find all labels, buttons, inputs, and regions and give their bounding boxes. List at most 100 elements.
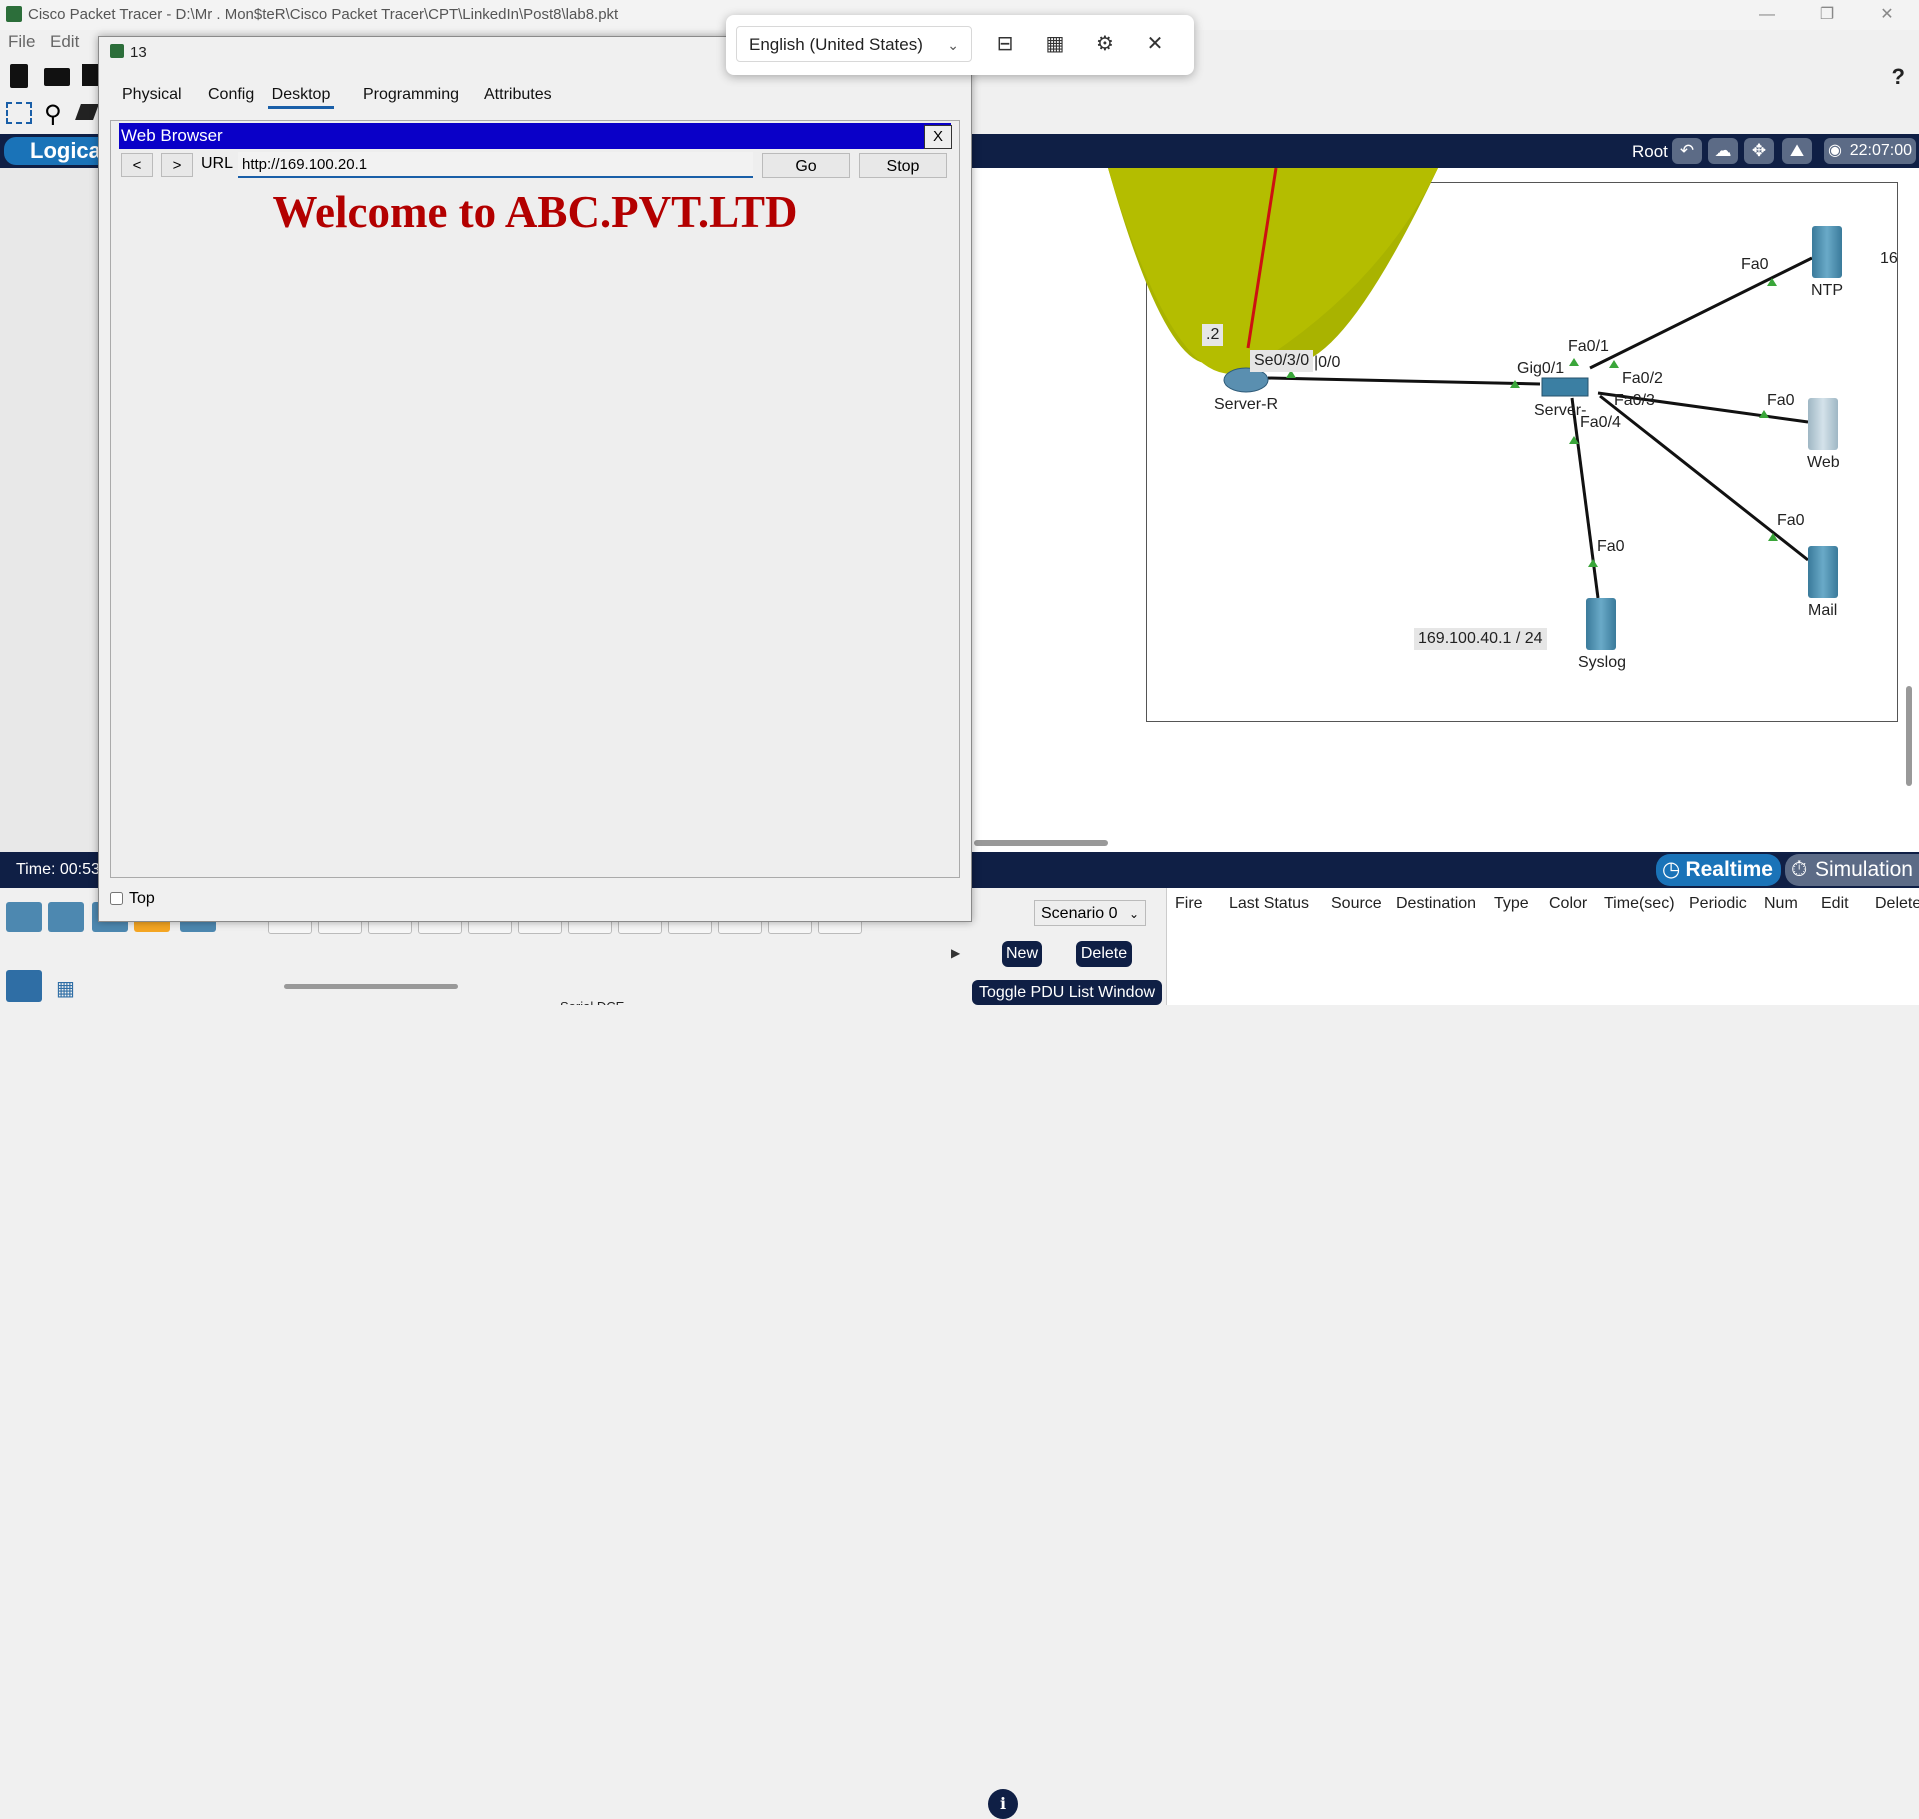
- grid-icon[interactable]: ▦: [56, 976, 75, 1001]
- chevron-down-icon: ⌄: [1128, 907, 1139, 921]
- page-heading: Welcome to ABC.PVT.LTD: [272, 187, 798, 237]
- select-icon[interactable]: [6, 102, 32, 124]
- tab-physical[interactable]: Physical: [122, 86, 182, 104]
- router-name: Server-R: [1214, 396, 1279, 413]
- stopwatch-icon: ⏱: [1791, 858, 1808, 881]
- forward-button[interactable]: >: [161, 153, 193, 177]
- vertical-scrollbar[interactable]: [1906, 686, 1912, 786]
- search-icon[interactable]: ⚲: [44, 100, 62, 129]
- mail-link[interactable]: [1599, 394, 1809, 562]
- serial-port-label: Se0/3/0: [1250, 350, 1314, 372]
- back-arrow-icon[interactable]: ↶: [1672, 138, 1702, 164]
- stop-button[interactable]: Stop: [859, 153, 947, 178]
- mail-name: Mail: [1808, 602, 1838, 619]
- go-button[interactable]: Go: [762, 153, 850, 178]
- switch-name: Server-: [1534, 402, 1587, 419]
- top-checkbox[interactable]: Top: [110, 890, 155, 908]
- switch-fa03-label: Fa0/3: [1614, 392, 1655, 409]
- top-checkbox-label: Top: [129, 890, 155, 907]
- col-edit: Edit: [1821, 895, 1849, 912]
- eraser-icon[interactable]: [75, 104, 99, 120]
- ntp-port-label: Fa0: [1741, 256, 1769, 273]
- router-ip-label: .2: [1202, 324, 1224, 346]
- minimize-panel-icon[interactable]: ⊟: [990, 29, 1020, 59]
- clock-time: 22:07:00: [1849, 142, 1912, 159]
- tab-desktop[interactable]: Desktop: [268, 86, 334, 109]
- close-icon[interactable]: ✕: [1140, 29, 1170, 59]
- horizontal-scrollbar[interactable]: [974, 840, 1108, 846]
- realtime-label: Realtime: [1685, 858, 1773, 881]
- ntp-server-icon[interactable]: [1812, 226, 1842, 278]
- cable-scrollbar[interactable]: [284, 984, 458, 989]
- clock-icon: ◷: [1662, 858, 1681, 881]
- switch-fa02-label: Fa0/2: [1622, 370, 1663, 387]
- end-devices-icon[interactable]: [48, 902, 84, 932]
- expand-arrow-icon[interactable]: ▶: [951, 946, 960, 960]
- mail-port-label: Fa0: [1777, 512, 1805, 529]
- col-periodic: Periodic: [1689, 895, 1747, 912]
- tab-programming[interactable]: Programming: [363, 86, 459, 104]
- mail-server-icon[interactable]: [1808, 546, 1838, 598]
- simulation-label: Simulation: [1814, 858, 1913, 881]
- clock: ◉ 22:07:00: [1824, 138, 1916, 164]
- link-status-light: [1609, 360, 1619, 368]
- new-pdu-button[interactable]: New: [1002, 941, 1042, 967]
- background-image-icon[interactable]: ⛰: [1782, 138, 1812, 164]
- cloud-icon[interactable]: ☁: [1708, 138, 1738, 164]
- col-last-status: Last Status: [1229, 895, 1310, 912]
- router-switch-link[interactable]: [1267, 376, 1541, 386]
- window-title: Cisco Packet Tracer - D:\Mr . Mon$teR\Ci…: [28, 6, 619, 23]
- top-checkbox-input[interactable]: [110, 892, 123, 906]
- switch-icon[interactable]: [1541, 377, 1589, 397]
- move-icon[interactable]: ✥: [1744, 138, 1774, 164]
- language-select[interactable]: English (United States) ⌄: [736, 26, 972, 62]
- web-port-label: Fa0: [1767, 392, 1795, 409]
- menu-file[interactable]: File: [8, 32, 35, 52]
- restore-button[interactable]: ❐: [1804, 2, 1850, 28]
- syslog-server-icon[interactable]: [1586, 598, 1616, 650]
- delete-pdu-button[interactable]: Delete: [1076, 941, 1132, 967]
- syslog-port-label: Fa0: [1597, 538, 1625, 555]
- url-input[interactable]: http://169.100.20.1: [238, 152, 753, 178]
- link-status-light: [1588, 559, 1598, 567]
- gear-icon[interactable]: ⚙: [1090, 29, 1120, 59]
- root-label: Root: [1632, 142, 1668, 161]
- zone-shape-inner: [1108, 168, 1438, 374]
- menu-edit[interactable]: Edit: [50, 32, 79, 52]
- info-icon[interactable]: i: [988, 1789, 1018, 1819]
- connections-category-icon[interactable]: [6, 970, 42, 1002]
- globe-icon: ◉: [1828, 142, 1842, 159]
- tab-attributes[interactable]: Attributes: [484, 86, 552, 104]
- web-server-icon[interactable]: [1808, 398, 1838, 450]
- syslog-name: Syslog: [1578, 654, 1627, 671]
- subnet-label: 169.100.40.1 / 24: [1414, 628, 1547, 650]
- network-devices-icon[interactable]: [6, 902, 42, 932]
- new-file-icon[interactable]: [10, 64, 28, 88]
- tab-config[interactable]: Config: [208, 86, 254, 104]
- dialog-app-icon: [110, 44, 124, 58]
- chevron-down-icon: ⌄: [947, 37, 959, 53]
- web-browser-close-button[interactable]: X: [924, 125, 952, 149]
- help-icon[interactable]: ?: [1892, 64, 1905, 90]
- scenario-value: Scenario 0: [1041, 905, 1118, 922]
- back-button[interactable]: <: [121, 153, 153, 177]
- serial-port-partial-label: |0/0: [1314, 354, 1341, 371]
- save-icon[interactable]: [82, 64, 98, 86]
- realtime-button[interactable]: ◷ Realtime: [1656, 854, 1781, 886]
- dialog-title: 13: [130, 44, 147, 61]
- logical-tab[interactable]: Logica: [4, 137, 104, 165]
- switch-fa04-label: Fa0/4: [1580, 414, 1621, 431]
- col-fire: Fire: [1175, 895, 1203, 912]
- keyboard-grid-icon[interactable]: ▦: [1040, 29, 1070, 59]
- minimize-button[interactable]: —: [1744, 2, 1790, 28]
- open-folder-icon[interactable]: [44, 68, 70, 86]
- ntp-name: NTP: [1811, 282, 1843, 299]
- close-window-button[interactable]: ✕: [1864, 2, 1910, 28]
- url-label: URL: [201, 155, 234, 172]
- gig-port-label: Gig0/1: [1517, 360, 1565, 377]
- col-type: Type: [1494, 895, 1529, 912]
- scenario-select[interactable]: Scenario 0 ⌄: [1034, 900, 1146, 926]
- simulation-button[interactable]: ⏱ Simulation: [1785, 854, 1919, 886]
- toggle-pdu-list-button[interactable]: Toggle PDU List Window: [972, 980, 1162, 1005]
- ntp-link[interactable]: [1589, 256, 1813, 370]
